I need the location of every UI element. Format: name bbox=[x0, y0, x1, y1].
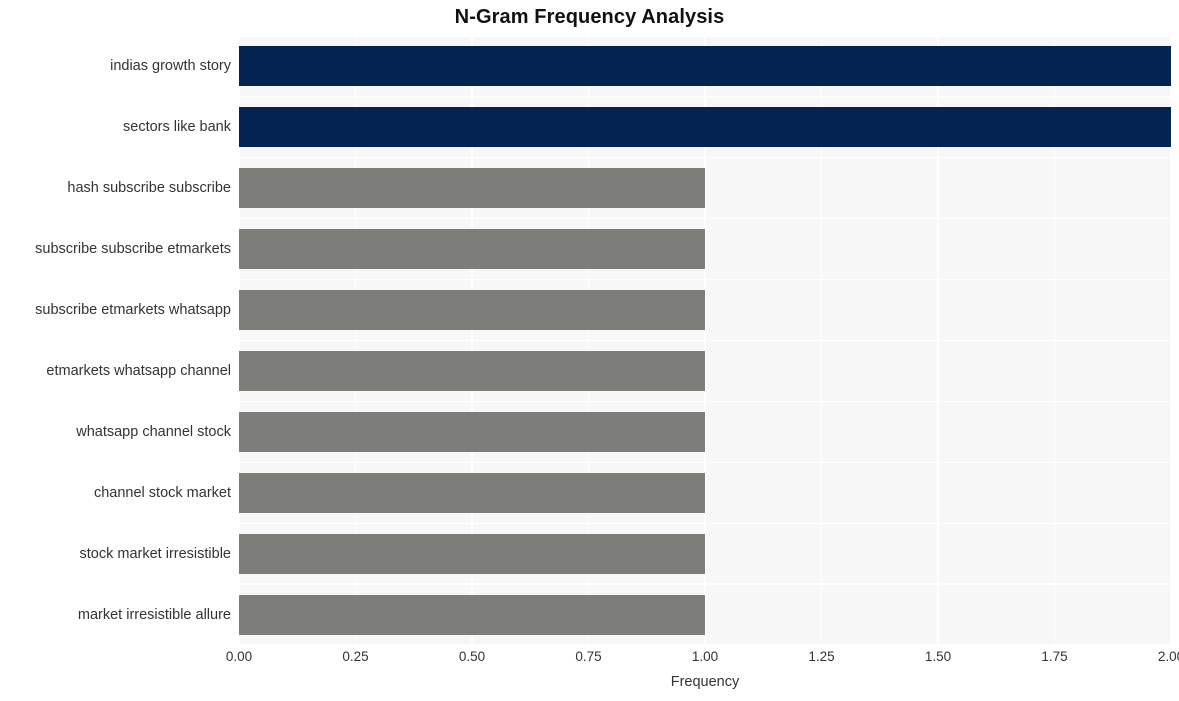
bar bbox=[239, 46, 1171, 87]
bar bbox=[239, 290, 705, 331]
horizontal-gridline bbox=[239, 461, 1171, 463]
x-axis-tick-label: 0.00 bbox=[225, 649, 253, 664]
bar bbox=[239, 350, 705, 391]
y-axis-tick-label: channel stock market bbox=[93, 484, 231, 501]
bar bbox=[239, 107, 1171, 148]
horizontal-gridline bbox=[239, 278, 1171, 281]
y-axis-tick-label: subscribe etmarkets whatsapp bbox=[35, 302, 231, 319]
chart-title: N-Gram Frequency Analysis bbox=[454, 6, 725, 28]
y-axis-tick-label: whatsapp channel stock bbox=[76, 423, 231, 440]
y-axis-tick-label: subscribe subscribe etmarkets bbox=[35, 241, 231, 258]
bar bbox=[239, 229, 705, 270]
chart-figure: N-Gram Frequency Analysis indias growth … bbox=[0, 0, 1179, 701]
bar bbox=[239, 411, 705, 452]
x-axis-tick-label: 0.75 bbox=[575, 649, 602, 664]
y-axis-tick-label: indias growth story bbox=[110, 58, 231, 75]
x-axis-tick-label: 1.50 bbox=[924, 649, 952, 664]
x-axis-title: Frequency bbox=[670, 674, 740, 690]
horizontal-gridline bbox=[239, 583, 1171, 585]
y-axis-tick-label: stock market irresistible bbox=[79, 545, 231, 562]
x-axis-tick-label: 0.25 bbox=[342, 649, 369, 664]
bar bbox=[239, 533, 705, 574]
x-axis-tick-label: 2.00 bbox=[1157, 649, 1179, 664]
horizontal-gridline bbox=[239, 218, 1171, 220]
x-axis-tick-label: 1.75 bbox=[1041, 649, 1068, 664]
y-axis-tick-label: etmarkets whatsapp channel bbox=[46, 362, 231, 379]
horizontal-gridline bbox=[239, 96, 1171, 98]
bar bbox=[239, 168, 705, 209]
horizontal-gridline bbox=[239, 522, 1171, 524]
horizontal-gridline bbox=[239, 644, 1171, 645]
y-axis-tick-label: sectors like bank bbox=[123, 119, 231, 136]
horizontal-gridline bbox=[239, 339, 1171, 342]
x-axis-tick-label: 0.50 bbox=[458, 649, 486, 664]
y-axis-tick-label: hash subscribe subscribe bbox=[67, 180, 231, 197]
horizontal-gridline bbox=[239, 157, 1171, 159]
plot-area bbox=[239, 36, 1171, 645]
x-axis-tick-labels: 0.00 0.25 0.50 0.75 1.00 1.25 1.50 1.75 2.00 bbox=[0, 650, 1179, 672]
bar bbox=[239, 594, 705, 635]
x-axis-tick-label: 1.25 bbox=[808, 649, 835, 664]
x-axis-tick-label: 1.00 bbox=[691, 649, 719, 664]
horizontal-gridline bbox=[239, 36, 1171, 37]
y-axis-tick-label: market irresistible allure bbox=[77, 606, 231, 623]
bar bbox=[239, 472, 705, 513]
y-axis-tick-labels: indias growth story sectors like bank hash… bbox=[0, 36, 231, 645]
horizontal-gridline bbox=[239, 400, 1171, 403]
